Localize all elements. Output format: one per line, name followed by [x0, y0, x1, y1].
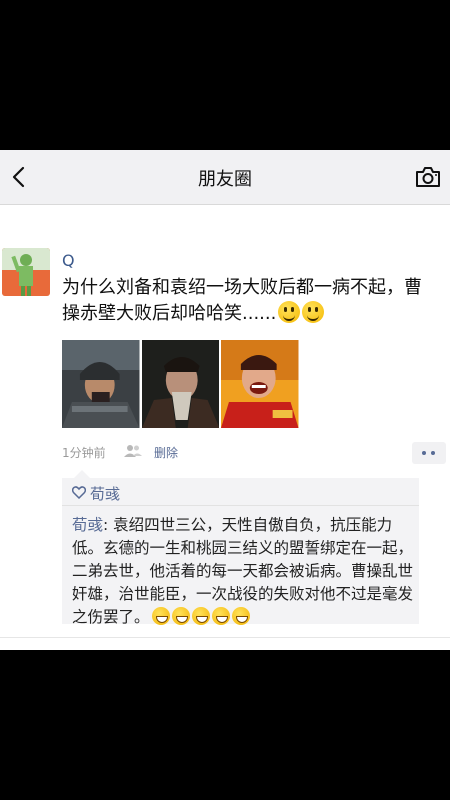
- armored-general-image: [62, 340, 140, 428]
- bearded-elder-image: [141, 340, 219, 428]
- grin-emoji-icon: [278, 301, 301, 323]
- camera-button[interactable]: [414, 164, 442, 190]
- photo-bearded-elder[interactable]: [141, 340, 219, 428]
- heart-icon: [72, 486, 86, 499]
- post-text-body: 为什么刘备和袁绍一场大败后都一病不起，曹操赤壁大败后却哈哈笑......: [62, 277, 422, 324]
- camera-icon: [416, 167, 440, 187]
- interaction-panel: 荀彧 荀彧: 袁绍四世三公，天性自傲自负，抗压能力低。玄德的一生和桃园三结义的盟…: [62, 470, 419, 626]
- grin-emoji-icon: [191, 607, 210, 625]
- laugh-cry-emoji-icon: [151, 607, 170, 625]
- post-meta: 1分钟前 删除: [62, 444, 442, 462]
- comment-separator: :: [103, 516, 114, 534]
- top-black-bar: [0, 0, 450, 150]
- post-author-name[interactable]: Q: [62, 251, 75, 270]
- comment: 荀彧: 袁绍四世三公，天性自傲自负，抗压能力低。玄德的一生和桃园三结义的盟誓绑定…: [72, 514, 417, 629]
- dot-icon: [431, 451, 435, 455]
- avatar-figure-icon: [2, 248, 50, 296]
- grin-emoji-icon: [302, 301, 325, 323]
- bottom-black-bar: [0, 650, 450, 800]
- likes-row: 荀彧: [62, 478, 419, 506]
- more-actions-button[interactable]: [412, 442, 446, 464]
- post-text: 为什么刘备和袁绍一场大败后都一病不起，曹操赤壁大败后却哈哈笑......: [62, 275, 422, 327]
- comment-author[interactable]: 荀彧: [72, 516, 103, 534]
- photo-armored-general[interactable]: [62, 340, 140, 428]
- laughing-warlord-image: [221, 340, 299, 428]
- grin-emoji-icon: [231, 607, 250, 625]
- divider: [0, 637, 450, 638]
- post-photos: [62, 340, 299, 428]
- post-time: 1分钟前: [62, 446, 106, 460]
- avatar[interactable]: [2, 248, 50, 296]
- dot-icon: [422, 451, 426, 455]
- liker-name[interactable]: 荀彧: [90, 483, 120, 504]
- nav-bar: 朋友圈: [0, 150, 450, 205]
- page-title: 朋友圈: [198, 169, 252, 190]
- delete-post-link[interactable]: 删除: [154, 444, 178, 461]
- grin-emoji-icon: [211, 607, 230, 625]
- photo-laughing-warlord[interactable]: [221, 340, 299, 428]
- friends-visibility-icon: [124, 445, 142, 457]
- moments-screen: 朋友圈 Q 为什么刘备和袁绍一场大败后都一病不起，曹操赤壁大败后却哈哈笑....…: [0, 150, 450, 650]
- laugh-cry-emoji-icon: [171, 607, 190, 625]
